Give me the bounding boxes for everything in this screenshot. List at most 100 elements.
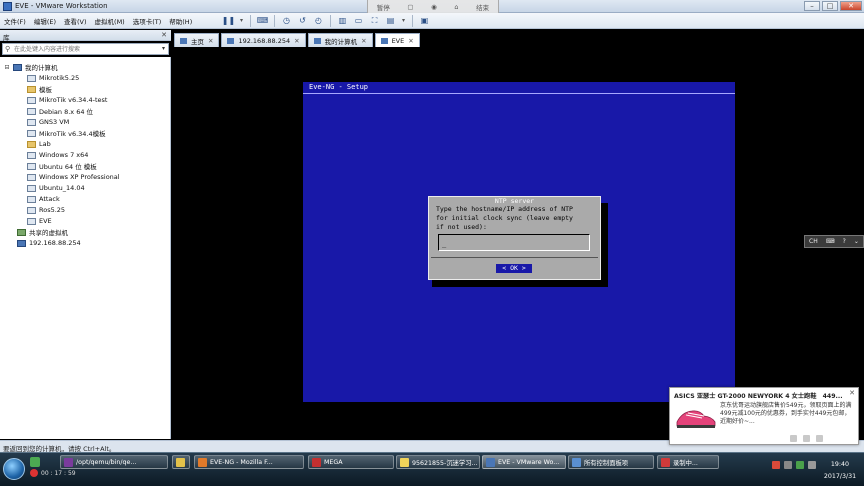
antivirus-icon[interactable] [772,461,780,469]
ad-popup[interactable]: ASICS 亚瑟士 GT-2000 NEWYORK 4 女士跑鞋 449... … [669,387,859,445]
recorder-icon[interactable] [30,457,40,467]
console-view-icon[interactable]: ▣ [418,14,431,27]
menu-edit[interactable]: 编辑(E) [34,16,56,26]
close-button[interactable]: ✕ [840,1,862,11]
tree-label: Lab [39,140,51,148]
tree-shared-vms[interactable]: 共享的虚拟机 [17,227,68,237]
tab-close-icon[interactable]: ✕ [208,37,213,45]
tree-item[interactable]: Debian 8.x 64 位 [27,106,93,116]
tree-item[interactable]: EVE [27,216,52,226]
dialog-prompt: Type the hostname/IP address of NTP for … [436,205,573,231]
taskbar-item-recorder[interactable]: 录制中... [657,455,719,469]
chevron-down-icon[interactable]: ⌄ [854,238,859,245]
tab-close-icon[interactable]: ✕ [361,37,366,45]
tab-remote-host[interactable]: 192.168.88.254 ✕ [221,33,306,47]
chevron-down-icon[interactable]: ▾ [400,14,407,27]
vm-icon [27,74,36,82]
ad-close-icon[interactable]: ✕ [849,389,855,397]
vmware-icon [486,457,495,467]
ad-share-icon[interactable] [790,435,797,442]
ntp-server-input[interactable]: _ [438,234,590,251]
language-indicator[interactable]: CH [809,238,818,245]
tree-item[interactable]: MikroTik v6.34.4模板 [27,128,106,138]
help-icon[interactable]: ? [843,238,846,245]
chevron-down-icon[interactable]: ▾ [238,14,245,27]
ad-like-icon[interactable] [803,435,810,442]
taskbar-label: 所有控制面板项 [584,459,629,467]
tree-item[interactable]: Lab [27,139,51,149]
collapse-icon[interactable]: ⊟ [4,64,10,71]
menu-tabs[interactable]: 选项卡(T) [133,16,162,26]
clock[interactable]: 19:40 2017/3/31 [820,459,860,483]
taskbar-item-folder[interactable] [172,455,190,469]
taskbar-item-terminal[interactable]: /opt/qemu/bin/qe... [60,455,168,469]
recorder-mic-icon[interactable]: ◉ [431,3,437,11]
taskbar-item-vmware[interactable]: EVE - VMware Wo... [482,455,566,469]
keyboard-icon[interactable]: ⌨ [826,238,835,245]
tab-close-icon[interactable]: ✕ [408,37,413,45]
send-keys-icon[interactable]: ⌨ [256,14,269,27]
tree-item[interactable]: Mikrotik5.25 [27,73,79,83]
recorder-region-icon[interactable]: ▢ [407,3,413,11]
sidebar-toggle-icon[interactable]: ▥ [336,14,349,27]
library-search[interactable]: ⚲ ▾ [2,43,169,55]
taskbar-item-firefox[interactable]: EVE-NG - Mozilla F... [194,455,304,469]
tab-close-icon[interactable]: ✕ [294,37,299,45]
recorder-stop-button[interactable]: 结束 [476,2,489,12]
record-timer: 00 : 17 : 59 [41,469,76,477]
unity-icon[interactable]: ▤ [384,14,397,27]
taskbar-item-chat[interactable]: 95621855-沉迷学习... [396,455,480,469]
fullscreen-icon[interactable]: ⛶ [368,14,381,27]
revert-snapshot-icon[interactable]: ↺ [296,14,309,27]
start-button[interactable] [3,458,25,480]
tree-item[interactable]: MikroTik v6.34.4-test [27,95,107,105]
network-icon[interactable] [784,461,792,469]
tree-item[interactable]: GNS3 VM [27,117,69,127]
maximize-button[interactable]: □ [822,1,838,11]
tree-remote-host[interactable]: 192.168.88.254 [17,238,81,248]
taskbar-item-mega[interactable]: MEGA [308,455,394,469]
taskbar-item-control-panel[interactable]: 所有控制面板项 [568,455,654,469]
terminal-icon [64,457,73,467]
tree-item[interactable]: 模板 [27,84,52,94]
tree-item[interactable]: Ubuntu_14.04 [27,183,85,193]
window-title: EVE - VMware Workstation [15,2,108,10]
tree-root-my-computer[interactable]: ⊟ 我的计算机 [4,62,58,72]
tab-eve[interactable]: EVE ✕ [374,33,420,47]
tree-item[interactable]: Windows 7 x64 [27,150,88,160]
tree-item[interactable]: Windows XP Professional [27,172,120,182]
tree-label: Ubuntu 64 位 模板 [39,163,97,171]
ok-button[interactable]: < OK > [496,264,532,273]
snapshot-icon[interactable]: ◷ [280,14,293,27]
ad-title[interactable]: ASICS 亚瑟士 GT-2000 NEWYORK 4 女士跑鞋 449... [674,391,844,400]
recorder-home-icon[interactable]: ⌂ [454,3,458,11]
vm-icon [27,173,36,181]
pause-icon[interactable]: ❚❚ [222,14,235,27]
minimize-button[interactable]: – [804,1,820,11]
chat-icon [400,457,409,467]
menu-view[interactable]: 查看(V) [64,16,87,26]
tree-item[interactable]: Ros5.25 [27,205,65,215]
vm-icon [27,151,36,159]
computer-icon [13,63,22,71]
menu-file[interactable]: 文件(F) [4,16,26,26]
tree-label: EVE [39,217,52,225]
menu-help[interactable]: 帮助(H) [169,16,192,26]
thumbnail-icon[interactable]: ▭ [352,14,365,27]
recorder-pause-button[interactable]: 暂停 [377,2,390,12]
snapshot-manager-icon[interactable]: ◴ [312,14,325,27]
ad-settings-icon[interactable] [816,435,823,442]
library-close-icon[interactable]: ✕ [161,31,167,39]
tree-item[interactable]: Attack [27,194,60,204]
tree-label: Attack [39,195,60,203]
tab-home[interactable]: 主页 ✕ [174,33,220,47]
chevron-down-icon[interactable]: ▾ [162,45,165,52]
sync-icon[interactable] [796,461,804,469]
search-input[interactable] [14,45,154,54]
tree-item[interactable]: Ubuntu 64 位 模板 [27,161,97,171]
menu-vm[interactable]: 虚拟机(M) [95,16,125,26]
volume-icon[interactable] [808,461,816,469]
toolbar: ❚❚ ▾ ⌨ ◷ ↺ ◴ ▥ ▭ ⛶ ▤ ▾ ▣ [222,14,431,27]
shoe-image[interactable] [674,402,718,432]
tab-my-computer[interactable]: 我的计算机 ✕ [307,33,373,47]
